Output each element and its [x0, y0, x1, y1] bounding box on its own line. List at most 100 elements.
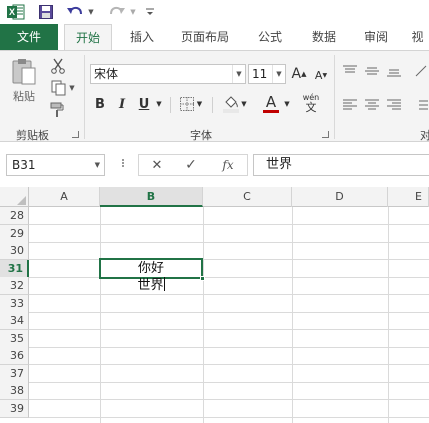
tab-home[interactable]: 开始	[64, 24, 112, 51]
undo-dropdown-icon[interactable]: ▼	[86, 2, 96, 22]
font-color-bar	[263, 110, 279, 113]
formula-input[interactable]: 世界	[253, 154, 429, 176]
column-header-d[interactable]: D	[292, 187, 388, 207]
fill-color-icon	[223, 96, 240, 113]
gridline	[29, 224, 429, 225]
gridline	[203, 207, 204, 423]
borders-icon	[179, 97, 194, 111]
column-header-b[interactable]: B	[100, 187, 203, 207]
column-header-a[interactable]: A	[29, 187, 100, 207]
name-box-value: B31	[12, 158, 36, 172]
paste-button[interactable]: 粘贴	[8, 57, 40, 105]
gridline	[29, 241, 429, 243]
row-header[interactable]: 28	[0, 207, 29, 225]
row-header[interactable]: 38	[0, 382, 29, 400]
ribbon-home: 粘贴 ▼ 剪贴板 宋体 ▼ 11 ▼ A ▲ A ▼ B I U ▼ ▼ ▼ A…	[0, 50, 429, 142]
worksheet-grid[interactable]: A B C D E 28 29 30 31 32 33 34 35 36 37 …	[0, 187, 429, 423]
tab-insert[interactable]: 插入	[120, 24, 164, 50]
font-name-select[interactable]: 宋体 ▼	[90, 64, 246, 84]
formula-bar-splitter-icon[interactable]	[122, 158, 126, 172]
underline-button[interactable]: U	[136, 95, 152, 113]
tab-review[interactable]: 审阅	[354, 24, 398, 50]
gridline	[100, 207, 101, 423]
tab-view[interactable]: 视	[406, 24, 429, 50]
copy-icon[interactable]: ▼	[48, 79, 78, 97]
tab-file[interactable]: 文件	[0, 24, 58, 50]
cancel-icon[interactable]: ✕	[149, 157, 165, 173]
tab-page-layout[interactable]: 页面布局	[172, 24, 238, 50]
name-box[interactable]: B31 ▼	[6, 154, 105, 176]
font-dialog-launcher-icon[interactable]	[322, 131, 329, 138]
gridline	[388, 207, 389, 423]
row-header[interactable]: 37	[0, 364, 29, 383]
shrink-font-button[interactable]: A ▼	[312, 66, 330, 84]
redo-icon[interactable]	[106, 2, 128, 22]
row-header[interactable]: 33	[0, 294, 29, 313]
group-separator	[334, 55, 335, 139]
orientation-icon[interactable]	[412, 63, 429, 79]
undo-icon[interactable]	[64, 2, 86, 22]
row-header[interactable]: 29	[0, 224, 29, 243]
row-header[interactable]: 32	[0, 277, 29, 295]
italic-button[interactable]: I	[114, 95, 130, 113]
row-header[interactable]: 30	[0, 242, 29, 260]
tab-data[interactable]: 数据	[302, 24, 346, 50]
column-header-e[interactable]: E	[388, 187, 429, 207]
excel-window: X ▼ ▼ 文件 开始 插入 页面布局 公式 数据 审阅 视 粘贴 ▼ 剪贴板 …	[0, 0, 429, 423]
cell-b31-line2-text: 世界	[137, 278, 164, 293]
cut-icon[interactable]	[48, 57, 68, 75]
bold-button[interactable]: B	[92, 95, 108, 113]
gridline	[29, 311, 429, 313]
decrease-indent-icon[interactable]	[412, 97, 429, 113]
grow-font-button[interactable]: A ▲	[290, 64, 308, 84]
align-right-icon[interactable]	[386, 97, 402, 113]
enter-icon[interactable]: ✓	[183, 157, 199, 173]
column-header-bar: A B C D E	[0, 187, 429, 207]
row-header[interactable]: 35	[0, 329, 29, 348]
formula-buttons: ✕ ✓ fx	[138, 154, 248, 176]
gridline	[29, 276, 429, 278]
fill-color-button[interactable]: ▼	[220, 93, 250, 115]
cell-b31-line2: 世界	[101, 277, 201, 294]
paste-icon	[12, 59, 36, 85]
cell-b31-content[interactable]: 你好 世界	[101, 260, 201, 294]
gridline	[29, 259, 429, 260]
insert-function-icon[interactable]: fx	[219, 157, 237, 173]
phonetic-guide-button[interactable]: wén 文	[298, 91, 324, 115]
alignment-group-label: 对	[420, 129, 429, 142]
gridline	[29, 329, 429, 330]
chevron-down-icon: ▼	[272, 65, 285, 83]
align-bottom-icon[interactable]	[386, 63, 402, 79]
tab-formulas[interactable]: 公式	[248, 24, 292, 50]
clipboard-dialog-launcher-icon[interactable]	[72, 131, 79, 138]
shrink-font-icon: A	[314, 68, 323, 82]
row-header-selected[interactable]: 31	[0, 259, 29, 278]
format-painter-icon[interactable]	[48, 101, 68, 119]
borders-button[interactable]: ▼	[177, 95, 205, 113]
chevron-down-icon: ▼	[232, 65, 245, 83]
quick-access-toolbar: X ▼ ▼	[0, 0, 429, 24]
column-header-c[interactable]: C	[203, 187, 292, 207]
redo-dropdown-icon[interactable]: ▼	[128, 2, 138, 22]
font-size-select[interactable]: 11 ▼	[248, 64, 286, 84]
font-color-dropdown-icon[interactable]: ▼	[282, 95, 292, 113]
align-center-icon[interactable]	[364, 97, 380, 113]
font-size-value: 11	[252, 67, 268, 81]
align-top-icon[interactable]	[342, 63, 358, 79]
save-icon[interactable]	[36, 2, 56, 22]
customize-qat-icon[interactable]	[144, 2, 156, 22]
row-header[interactable]: 34	[0, 312, 29, 330]
align-middle-icon[interactable]	[364, 63, 380, 79]
formula-bar: B31 ▼ ✕ ✓ fx 世界	[0, 142, 429, 187]
text-caret	[163, 277, 165, 291]
select-all-corner[interactable]	[0, 187, 29, 207]
group-separator	[84, 55, 85, 139]
fill-handle[interactable]	[200, 276, 205, 281]
underline-dropdown-icon[interactable]: ▼	[154, 95, 164, 113]
row-header[interactable]: 36	[0, 347, 29, 365]
clipboard-group-label: 剪贴板	[16, 129, 49, 142]
row-header[interactable]: 39	[0, 399, 29, 418]
gridline	[29, 399, 429, 400]
chevron-down-icon: ▼	[94, 161, 100, 169]
align-left-icon[interactable]	[342, 97, 358, 113]
